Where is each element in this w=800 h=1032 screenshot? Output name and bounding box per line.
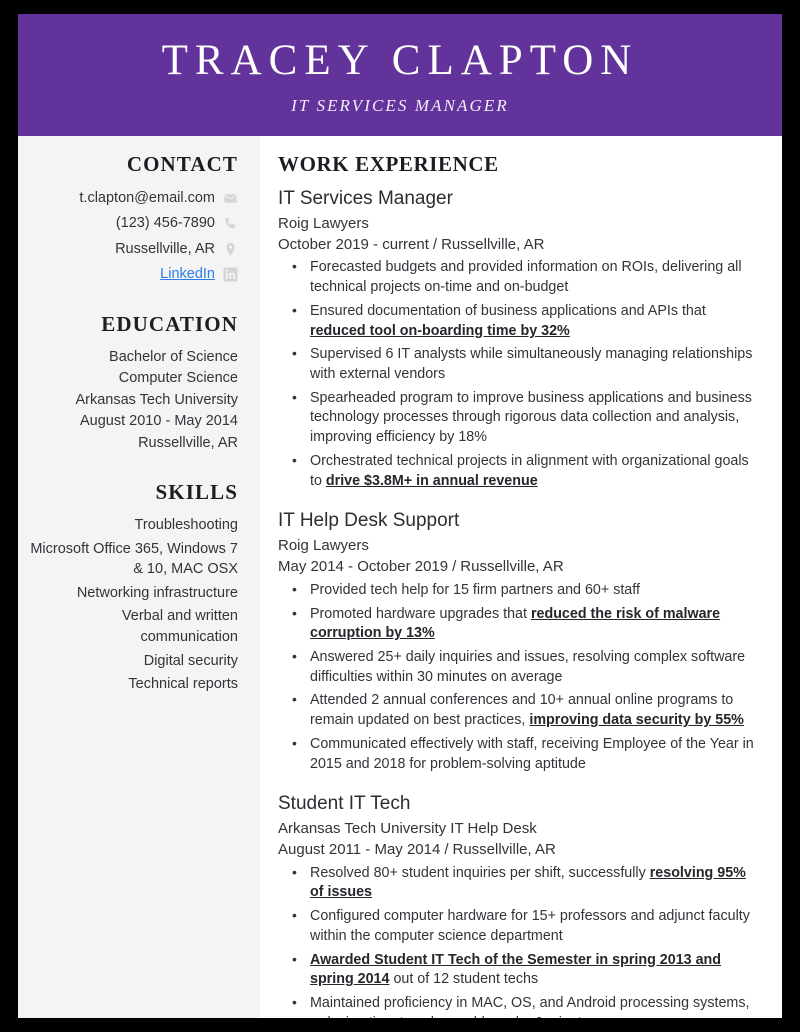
bullet-highlight: improving data security by 55%	[529, 712, 744, 729]
bullet-text: Provided tech help for 15 firm partners …	[310, 581, 640, 598]
skill-item: Digital security	[143, 652, 238, 669]
skills-section: SKILLS Troubleshooting Microsoft Office 3…	[28, 480, 238, 695]
job-title: Student IT Tech	[278, 793, 411, 815]
contact-list: t.clapton@email.com (123) 456-7890 Russell…	[28, 187, 238, 286]
skills-list: Troubleshooting Microsoft Office 365, Win…	[28, 515, 238, 695]
bullet-highlight: reduced tool on-boarding time by 32%	[310, 322, 570, 339]
job-meta: October 2019 - current / Russellville, AR	[278, 234, 760, 257]
resume-header: TRACEY CLAPTON IT SERVICES MANAGER	[18, 14, 782, 136]
location-pin-icon	[223, 242, 238, 257]
job-meta: August 2011 - May 2014/Russellville, AR	[278, 839, 760, 862]
education-line: Computer Science	[118, 370, 238, 387]
job-bullet: Spearheaded program to improve business …	[278, 388, 760, 448]
job-location: Russellville, AR	[452, 841, 556, 859]
education-line: Arkansas Tech University	[75, 391, 238, 408]
resume-body: CONTACT t.clapton@email.com (123) 456-789…	[18, 136, 782, 1018]
job-bullet: Maintained proficiency in MAC, OS, and A…	[278, 993, 760, 1018]
contact-value: t.clapton@email.com	[79, 190, 215, 206]
skill-item: Networking infrastructure	[76, 584, 238, 601]
job-meta-separator: /	[432, 235, 438, 253]
education-line: Russellville, AR	[138, 434, 238, 451]
contact-heading: CONTACT	[126, 152, 238, 176]
contact-row: (123) 456-7890	[28, 212, 238, 234]
candidate-job-title: IT SERVICES MANAGER	[291, 95, 509, 115]
job-company: Arkansas Tech University IT Help Desk	[278, 819, 537, 837]
job-dates: May 2014 - October 2019	[278, 558, 449, 576]
work-experience-heading: WORK EXPERIENCE	[278, 152, 499, 176]
job-entry: IT Services Manager Roig Lawyers October 2…	[278, 186, 760, 491]
resume-page: TRACEY CLAPTON IT SERVICES MANAGER CONTA…	[18, 14, 782, 1018]
education-line: August 2010 - May 2014	[80, 413, 238, 430]
bullet-text: Configured computer hardware for 15+ pro…	[310, 908, 750, 944]
job-bullet: Awarded Student IT Tech of the Semester …	[278, 950, 760, 990]
job-entry: Student IT Tech Arkansas Tech University …	[278, 791, 760, 1018]
skill-item: Verbal and written communication	[121, 608, 238, 646]
envelope-icon	[223, 191, 238, 206]
bullet-text: Ensured documentation of business applic…	[310, 302, 706, 319]
bullet-highlight: drive $3.8M+ in annual revenue	[325, 472, 538, 489]
linkedin-link[interactable]: LinkedIn	[160, 263, 215, 285]
job-meta-separator: /	[452, 558, 457, 576]
skill-item: Troubleshooting	[134, 517, 238, 534]
job-title: IT Services Manager	[278, 188, 453, 209]
job-bullet: Communicated effectively with staff, rec…	[278, 734, 760, 774]
bullet-text: Answered 25+ daily inquiries and issues,…	[310, 648, 746, 685]
bullet-text: Forecasted budgets and provided informat…	[310, 259, 742, 296]
job-bullet: Ensured documentation of business applic…	[278, 301, 760, 341]
candidate-name: TRACEY CLAPTON	[161, 37, 639, 84]
sidebar: CONTACT t.clapton@email.com (123) 456-789…	[18, 136, 260, 1018]
job-location: Russellville, AR	[441, 235, 545, 253]
contact-row[interactable]: LinkedIn	[28, 263, 238, 285]
job-company: Roig Lawyers	[278, 536, 369, 554]
job-bullet: Supervised 6 IT analysts while simultane…	[278, 344, 760, 384]
bullet-text: Promoted hardware upgrades that	[310, 605, 531, 622]
job-meta-separator: /	[444, 841, 449, 859]
job-bullet-list: Provided tech help for 15 firm partners …	[278, 580, 760, 774]
job-title: IT Help Desk Support	[278, 510, 460, 532]
job-list: IT Services Manager Roig Lawyers October 2…	[278, 186, 760, 1018]
job-bullet: Configured computer hardware for 15+ pro…	[278, 906, 760, 946]
phone-icon	[223, 216, 238, 231]
skills-heading: SKILLS	[155, 480, 238, 505]
job-bullet-list: Resolved 80+ student inquiries per shift…	[278, 863, 760, 1018]
job-bullet: Answered 25+ daily inquiries and issues,…	[278, 647, 760, 687]
job-meta: May 2014 - October 2019/Russellville, AR	[278, 556, 760, 579]
linkedin-icon	[223, 267, 238, 282]
education-line: Bachelor of Science	[109, 348, 238, 365]
education-heading: EDUCATION	[101, 311, 238, 336]
bullet-text: Supervised 6 IT analysts while simultane…	[310, 346, 753, 383]
job-bullet: Resolved 80+ student inquiries per shift…	[278, 863, 760, 903]
contact-value: (123) 456-7890	[115, 215, 215, 232]
bullet-text: Communicated effectively with staff, rec…	[310, 735, 754, 772]
job-bullet: Promoted hardware upgrades that reduced …	[278, 603, 760, 644]
contact-row: Russellville, AR	[28, 238, 238, 260]
job-dates: August 2011 - May 2014	[278, 841, 441, 859]
contact-row: t.clapton@email.com	[28, 187, 238, 209]
job-bullet: Attended 2 annual conferences and 10+ an…	[278, 690, 760, 730]
job-location: Russellville, AR	[460, 558, 564, 576]
job-bullet-list: Forecasted budgets and provided informat…	[278, 257, 760, 491]
skill-item: Technical reports	[128, 676, 238, 693]
job-bullet: Orchestrated technical projects in align…	[278, 451, 760, 491]
bullet-text: Maintained proficiency in MAC, OS, and A…	[310, 995, 750, 1018]
job-dates: October 2019 - current	[278, 235, 429, 253]
skill-item: Microsoft Office 365, Windows 7 & 10, MA…	[30, 540, 238, 578]
bullet-text: Resolved 80+ student inquiries per shift…	[310, 864, 650, 881]
job-company: Roig Lawyers	[278, 214, 369, 232]
bullet-text: Spearheaded program to improve business …	[310, 389, 752, 446]
education-list: Bachelor of Science Computer Science Arkan…	[28, 347, 238, 454]
education-section: EDUCATION Bachelor of Science Computer Sc…	[28, 312, 238, 454]
main-column: WORK EXPERIENCE IT Services Manager Roig …	[260, 136, 782, 1018]
contact-section: CONTACT t.clapton@email.com (123) 456-789…	[28, 152, 238, 286]
job-bullet: Forecasted budgets and provided informat…	[278, 257, 760, 297]
contact-value: Russellville, AR	[115, 240, 215, 257]
job-bullet: Provided tech help for 15 firm partners …	[278, 580, 760, 601]
bullet-text: out of 12 student techs	[389, 971, 539, 988]
job-entry: IT Help Desk Support Roig Lawyers May 2014…	[278, 508, 760, 774]
